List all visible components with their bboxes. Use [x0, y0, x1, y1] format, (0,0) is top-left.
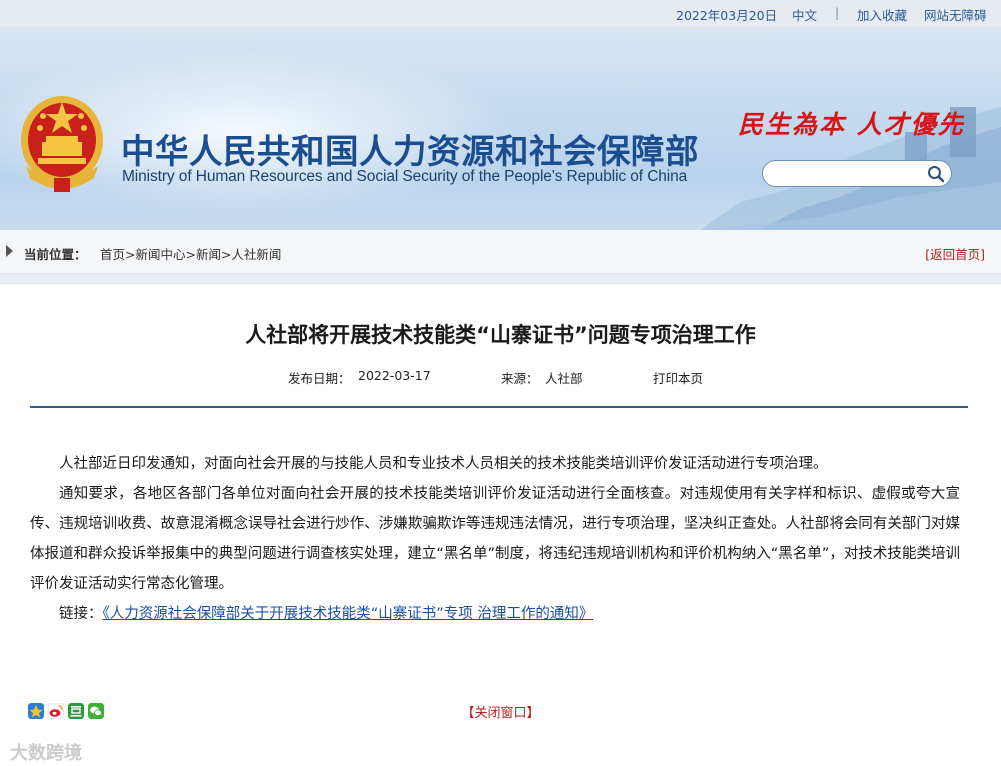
ministry-cn-title: 中华人民共和国人力资源和社会保障部	[121, 132, 699, 171]
ministry-en-title: Ministry of Human Resources and Social S…	[122, 168, 688, 185]
paragraph: 通知要求，各地区各部门各单位对面向社会开展的技术技能类培训评价发证活动进行全面核…	[30, 486, 960, 592]
accessibility-link[interactable]: 网站无障碍	[924, 5, 987, 24]
watermark: 大数跨境	[10, 743, 82, 764]
separator: |	[835, 5, 840, 20]
close-window-button[interactable]: 【关闭窗口】	[0, 702, 1001, 721]
article-title: 人社部将开展技术技能类“山寨证书”问题专项治理工作	[245, 323, 756, 347]
triangle-right-icon	[6, 245, 13, 257]
search-box	[762, 160, 952, 187]
breadcrumb-label: 当前位置：	[24, 247, 87, 262]
publish-date-label: 发布日期：	[288, 371, 351, 386]
language-link[interactable]: 中文	[792, 5, 817, 24]
search-icon[interactable]	[926, 164, 946, 184]
breadcrumb-bar: 当前位置： 首页>新闻中心>新闻>人社新闻 [返回首页]	[0, 230, 1001, 274]
link-paragraph: 链接：《人力资源社会保障部关于开展技术技能类“山寨证书”专项 治理工作的通知》	[30, 599, 960, 629]
print-page-link[interactable]: 打印本页	[653, 368, 703, 387]
title-divider	[30, 406, 968, 408]
source-value: 人社部	[545, 371, 583, 386]
article-body: 人社部近日印发通知，对面向社会开展的与技能人员和专业技术人员相关的技术技能类培训…	[30, 449, 960, 629]
breadcrumb[interactable]: 首页>新闻中心>新闻>人社新闻	[100, 244, 281, 263]
article-panel: 人社部将开展技术技能类“山寨证书”问题专项治理工作 发布日期： 2022-03-…	[0, 283, 1001, 766]
national-emblem-icon	[21, 96, 103, 192]
current-date: 2022年03月20日	[676, 8, 778, 23]
paragraph: 人社部近日印发通知，对面向社会开展的与技能人员和专业技术人员相关的技术技能类培训…	[59, 456, 828, 472]
search-input[interactable]	[773, 164, 927, 185]
source-label: 来源：	[501, 371, 539, 386]
back-home-link[interactable]: [返回首页]	[925, 244, 985, 263]
slogan-calligraphy: 民生為本 人才優先	[738, 110, 965, 139]
notice-link[interactable]: 《人力资源社会保障部关于开展技术技能类“山寨证书”专项 治理工作的通知》	[103, 606, 594, 622]
bookmark-link[interactable]: 加入收藏	[857, 5, 907, 24]
header-banner: 中华人民共和国人力资源和社会保障部 Ministry of Human Reso…	[0, 27, 1001, 230]
link-label: 链接：	[59, 606, 103, 622]
publish-date: 2022-03-17	[358, 368, 431, 383]
top-utility-bar: 2022年03月20日 中文 | 加入收藏 网站无障碍	[0, 0, 1001, 27]
